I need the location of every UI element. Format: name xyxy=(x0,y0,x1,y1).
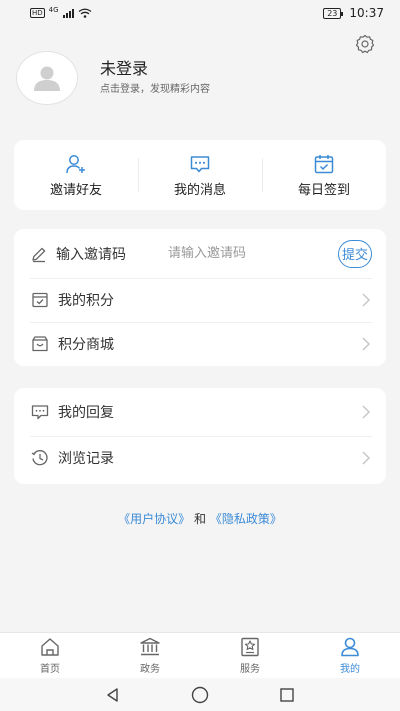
activity-menu-card: 我的回复 浏览记录 xyxy=(14,388,386,484)
points-store-row[interactable]: 积分商城 xyxy=(14,322,386,366)
chevron-right-icon xyxy=(362,451,370,465)
battery-icon: 23 xyxy=(323,7,344,19)
signal-icon xyxy=(62,8,74,18)
user-placeholder-icon xyxy=(34,66,60,91)
daily-checkin-button[interactable]: 每日签到 xyxy=(262,140,386,210)
daily-checkin-label: 每日签到 xyxy=(297,182,350,198)
chevron-right-icon xyxy=(362,337,370,351)
tab-government[interactable]: 政务 xyxy=(100,633,200,678)
my-replies-row[interactable]: 我的回复 xyxy=(14,388,386,436)
invite-code-row: 输入邀请码 提交 xyxy=(14,229,386,278)
tab-mine[interactable]: 我的 xyxy=(300,633,400,678)
agreement-and: 和 xyxy=(193,512,206,526)
login-title: 未登录 xyxy=(100,59,149,78)
clock: 10:37 xyxy=(349,6,384,20)
invite-code-label: 输入邀请码 xyxy=(56,246,126,263)
network-type: 4G xyxy=(48,6,59,14)
my-messages-button[interactable]: 我的消息 xyxy=(138,140,262,210)
account-menu-card: 输入邀请码 提交 我的积分 积分商城 xyxy=(14,229,386,366)
back-icon[interactable] xyxy=(105,687,121,703)
quick-actions-card: 邀请好友 我的消息 每日签到 xyxy=(14,140,386,210)
browsing-history-row[interactable]: 浏览记录 xyxy=(14,436,386,480)
agreement-links: 《用户协议》 和 《隐私政策》 xyxy=(0,510,400,527)
settings-button[interactable] xyxy=(354,33,376,55)
tab-home-label: 首页 xyxy=(40,664,60,675)
login-subtitle: 点击登录，发现精彩内容 xyxy=(100,84,210,95)
government-icon xyxy=(140,637,160,656)
bottom-tab-bar: 首页 政务 服务 我的 xyxy=(0,632,400,678)
user-agreement-link[interactable]: 《用户协议》 xyxy=(118,512,190,526)
privacy-policy-link[interactable]: 《隐私政策》 xyxy=(210,512,282,526)
chevron-right-icon xyxy=(362,405,370,419)
status-left: HD 4G xyxy=(30,6,92,18)
my-replies-label: 我的回复 xyxy=(58,405,114,421)
calendar-check-icon xyxy=(314,154,334,173)
browsing-history-label: 浏览记录 xyxy=(58,451,114,467)
my-points-row[interactable]: 我的积分 xyxy=(14,278,386,322)
status-bar: HD 4G 23 10:37 xyxy=(0,0,400,26)
store-icon xyxy=(30,334,50,354)
message-icon xyxy=(190,155,210,172)
invite-friends-button[interactable]: 邀请好友 xyxy=(14,140,138,210)
invite-friends-label: 邀请好友 xyxy=(49,182,102,198)
gear-icon xyxy=(355,34,375,54)
system-navigation-bar xyxy=(0,678,400,711)
points-store-label: 积分商城 xyxy=(58,337,114,353)
login-profile[interactable]: 未登录 点击登录，发现精彩内容 xyxy=(16,50,276,106)
recents-icon[interactable] xyxy=(279,687,295,703)
status-right: 23 10:37 xyxy=(323,6,384,20)
add-user-icon xyxy=(66,154,85,173)
tab-mine-label: 我的 xyxy=(340,664,360,675)
my-messages-label: 我的消息 xyxy=(173,182,226,198)
tab-home[interactable]: 首页 xyxy=(0,633,100,678)
home-circle-icon[interactable] xyxy=(191,686,209,704)
pencil-icon xyxy=(30,244,48,264)
wifi-icon xyxy=(78,8,91,18)
chevron-right-icon xyxy=(362,293,370,307)
submit-button[interactable]: 提交 xyxy=(338,239,372,268)
tab-service-label: 服务 xyxy=(240,664,260,675)
tab-government-label: 政务 xyxy=(140,664,160,675)
invite-code-input[interactable] xyxy=(168,246,338,261)
reply-icon xyxy=(30,402,50,422)
user-icon xyxy=(341,637,359,657)
my-points-label: 我的积分 xyxy=(58,293,114,309)
tab-service[interactable]: 服务 xyxy=(200,633,300,678)
service-icon xyxy=(241,637,259,657)
hd-indicator: HD xyxy=(30,8,45,18)
avatar[interactable] xyxy=(16,51,78,105)
history-icon xyxy=(30,448,50,468)
profile-text: 未登录 点击登录，发现精彩内容 xyxy=(100,59,210,97)
points-icon xyxy=(30,290,50,310)
home-icon xyxy=(41,638,59,656)
